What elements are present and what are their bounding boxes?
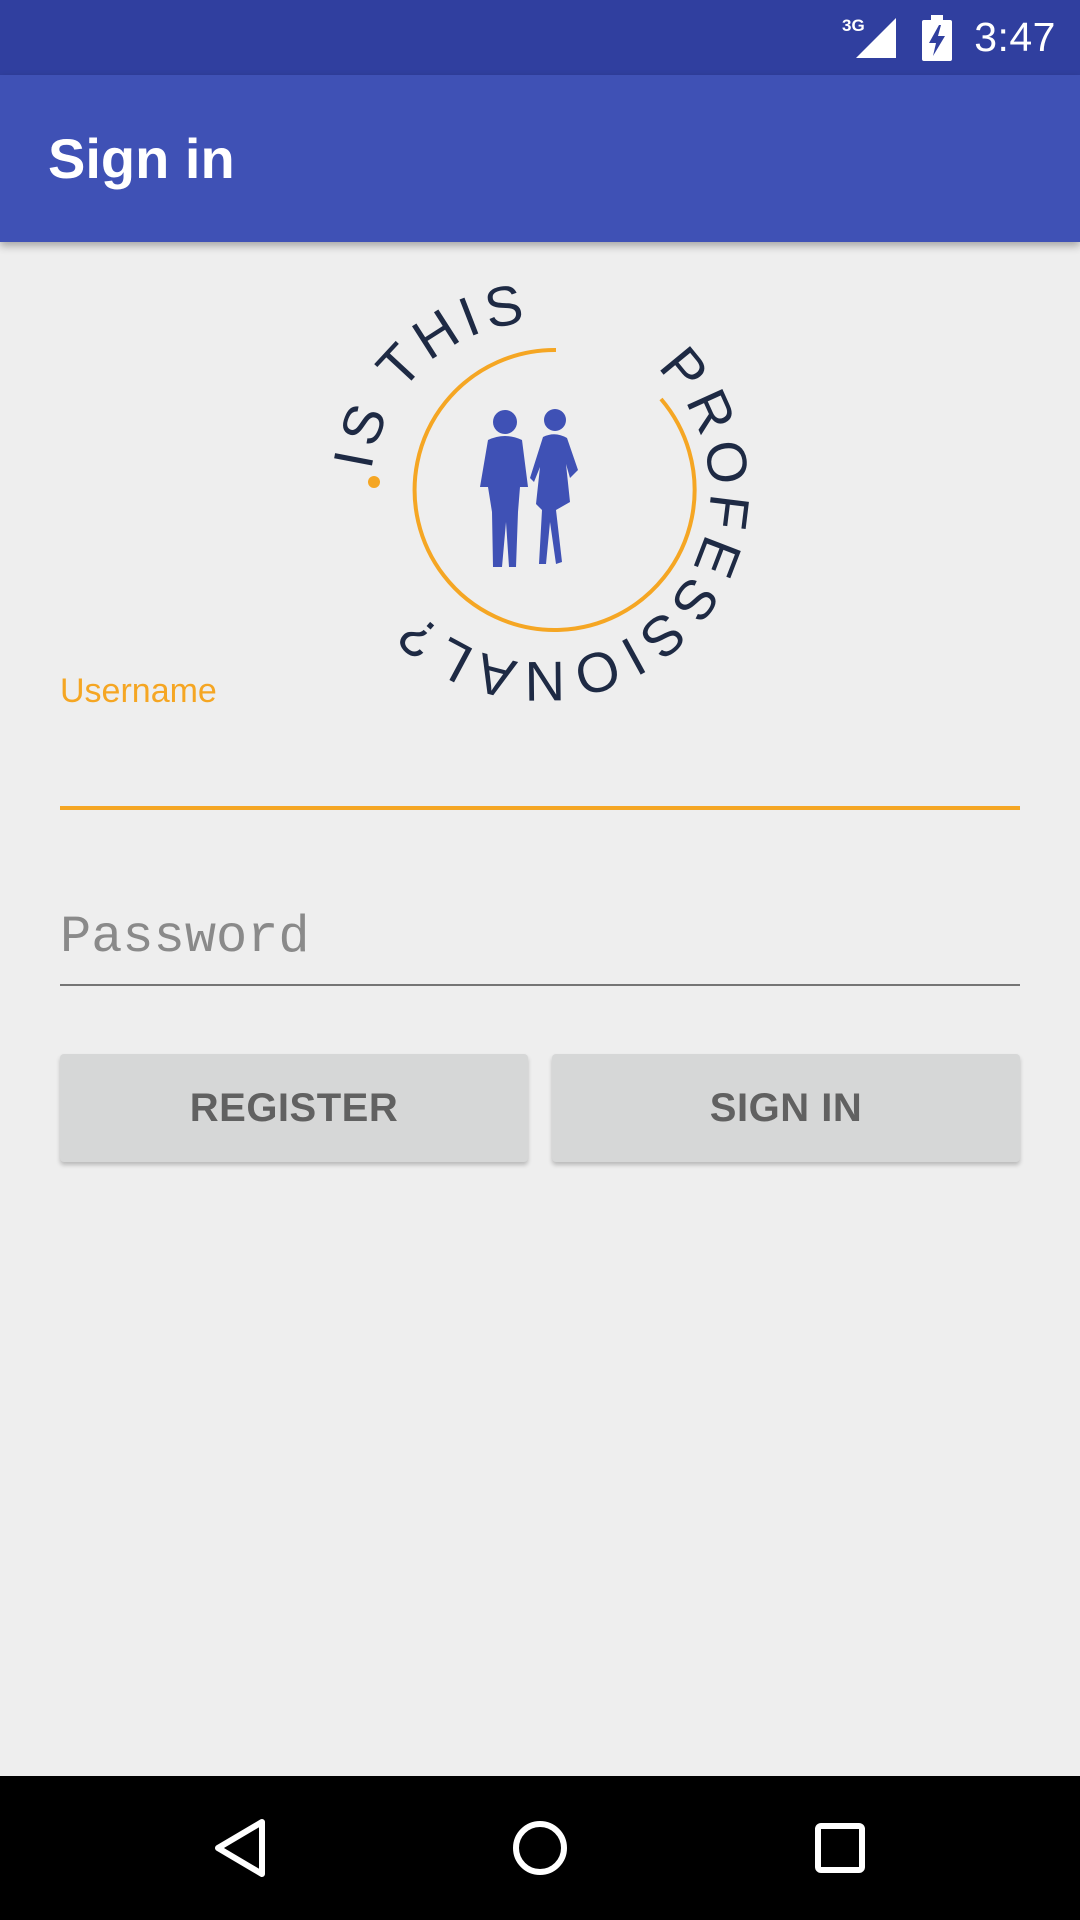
password-field[interactable] bbox=[60, 890, 1020, 986]
register-button[interactable]: REGISTER bbox=[60, 1054, 528, 1162]
network-type-label: 3G bbox=[842, 16, 865, 35]
professionals-silhouette-icon bbox=[480, 409, 578, 567]
status-bar: 3G 3:47 bbox=[0, 0, 1080, 75]
username-label: Username bbox=[60, 672, 217, 710]
back-icon[interactable] bbox=[194, 1802, 286, 1894]
sign-in-button[interactable]: SIGN IN bbox=[552, 1054, 1020, 1162]
home-icon[interactable] bbox=[494, 1802, 586, 1894]
status-time: 3:47 bbox=[974, 14, 1056, 60]
page-title: Sign in bbox=[48, 127, 235, 190]
recents-icon[interactable] bbox=[794, 1802, 886, 1894]
battery-charging-icon bbox=[922, 14, 953, 61]
signal-3g-icon: 3G bbox=[842, 16, 897, 58]
navigation-bar bbox=[0, 1776, 1080, 1920]
username-field[interactable] bbox=[60, 720, 1020, 810]
app-bar: Sign in bbox=[0, 75, 1080, 242]
logo-text-right: PROFESSIONAL? bbox=[382, 335, 750, 702]
logo-dot bbox=[368, 476, 380, 488]
app-logo: IS THIS PROFESSIONAL? bbox=[330, 282, 750, 702]
status-icons: 3G 3:47 bbox=[840, 0, 1056, 75]
